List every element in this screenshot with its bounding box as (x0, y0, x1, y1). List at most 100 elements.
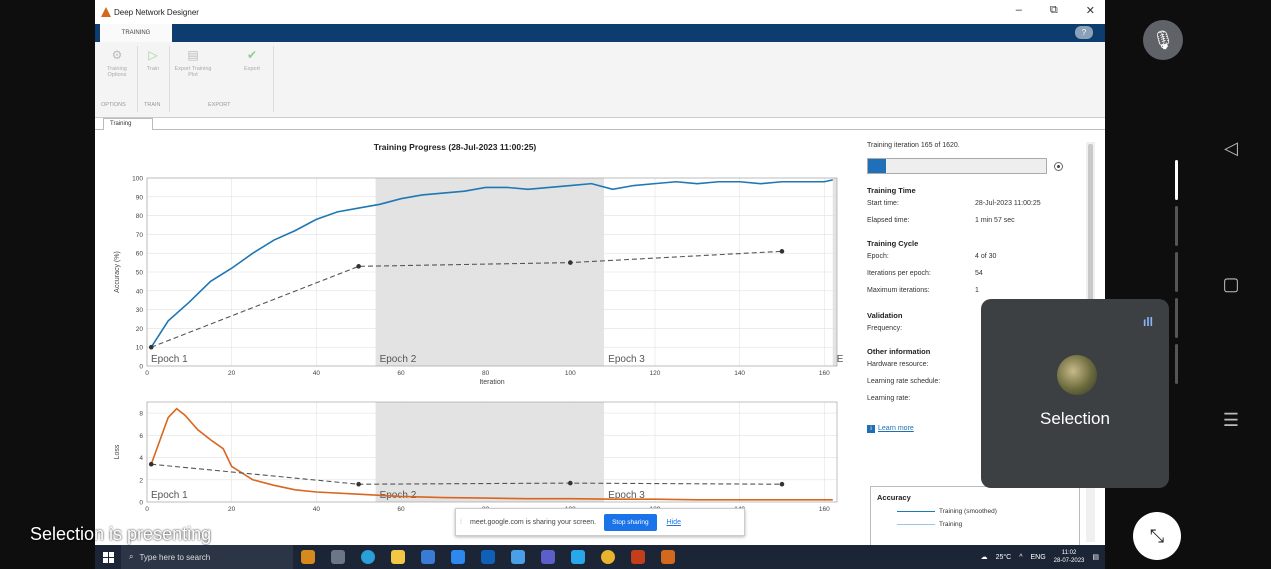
task-view-icon[interactable] (331, 550, 345, 564)
export-training-plot-button[interactable]: ▤ Export Training Plot (173, 48, 213, 78)
info-icon: i (867, 425, 875, 433)
matlab-taskbar-icon[interactable] (661, 550, 675, 564)
collapse-icon[interactable]: ⤡ (1133, 512, 1181, 560)
participant-tile[interactable]: ıll Selection (981, 299, 1169, 488)
screen-share-bar: ⁞ meet.google.com is sharing your screen… (455, 508, 745, 536)
notifications-icon[interactable]: ▤ (1092, 553, 1099, 561)
stop-training-button[interactable] (1054, 162, 1063, 171)
validation-point (779, 249, 785, 254)
x-tick-label: 120 (650, 370, 661, 377)
y-tick-label: 6 (139, 433, 143, 440)
home-nav-icon[interactable]: ▢ (1214, 274, 1248, 295)
epoch-band (604, 402, 833, 502)
validation-point (568, 260, 573, 265)
chrome-icon[interactable] (601, 550, 615, 564)
x-tick-label: 20 (228, 370, 236, 377)
max-iterations-value: 1 (975, 287, 979, 294)
ribbon-tab-strip (95, 24, 1105, 42)
frequency-label: Frequency: (867, 325, 903, 332)
tab-training[interactable]: TRAINING (100, 24, 172, 42)
back-nav-icon[interactable]: ◁ (1214, 138, 1248, 159)
train-button[interactable]: ▷ Train (139, 48, 167, 72)
iteration-status: Training iteration 165 of 1620. (867, 142, 960, 149)
y-tick-label: 30 (136, 307, 144, 314)
drag-handle-icon[interactable]: ⁞ (460, 519, 470, 526)
tray-chevron-icon[interactable]: ^ (1019, 554, 1022, 561)
y-tick-label: 80 (136, 213, 144, 220)
windows-taskbar: ⌕ Type here to search ☁ 25°C ^ ENG 11:02 2… (95, 545, 1105, 569)
legend-training-label: Training (939, 521, 963, 528)
learning-rate-schedule-label: Learning rate schedule: (867, 378, 941, 385)
play-icon: ▷ (148, 48, 158, 62)
training-progress-view: Training Progress (28-Jul-2023 11:00:25)… (95, 130, 1095, 546)
mic-muted-icon[interactable]: 🎙 (1143, 20, 1183, 60)
clock[interactable]: 11:02 28-07-2023 (1054, 549, 1085, 565)
x-tick-label: 160 (819, 506, 830, 513)
system-tray: ☁ 25°C ^ ENG 11:02 28-07-2023 ▤ (981, 545, 1099, 569)
edge-icon[interactable] (361, 550, 375, 564)
iterations-per-epoch-label: Iterations per epoch: (867, 270, 931, 277)
tab-training-doc[interactable]: Training (103, 118, 153, 130)
start-button[interactable] (95, 545, 121, 569)
check-export-icon: ✔ (246, 48, 258, 62)
app-icon[interactable] (511, 550, 525, 564)
epoch-value: 4 of 30 (975, 253, 997, 260)
y-tick-label: 8 (139, 411, 143, 418)
start-time-label: Start time: (867, 200, 899, 207)
epoch-label: Epoch 1 (151, 354, 188, 365)
matlab-window: Deep Network Designer – ⧉ ✕ TRAINING ? ⚙… (95, 0, 1105, 569)
validation-point (779, 481, 785, 487)
window-title: Deep Network Designer (114, 7, 199, 17)
share-message: meet.google.com is sharing your screen. (470, 518, 597, 526)
export-plot-icon: ▤ (187, 48, 199, 62)
validation-point (356, 481, 361, 487)
presenting-caption: Selection is presenting (30, 524, 212, 544)
x-axis-label: Iteration (479, 379, 504, 386)
y-axis-label: Accuracy (%) (114, 251, 121, 293)
file-explorer-icon[interactable] (391, 550, 405, 564)
onedrive-icon[interactable] (571, 550, 585, 564)
group-export-label: EXPORT (208, 102, 231, 108)
hardware-resource-label: Hardware resource: (867, 361, 929, 368)
powerpoint-icon[interactable] (631, 550, 645, 564)
y-tick-label: 0 (139, 364, 143, 371)
legend-heading: Accuracy (877, 493, 911, 502)
matlab-logo-icon (101, 7, 111, 17)
epoch-label: Epoch 2 (380, 354, 417, 365)
y-axis-label: Loss (114, 444, 121, 459)
recents-nav-icon[interactable]: ☰ (1214, 410, 1248, 431)
epoch-label: Epoch 3 (608, 354, 645, 365)
epoch-label: Epoch 1 (151, 490, 188, 501)
x-tick-label: 40 (313, 506, 321, 513)
training-options-button[interactable]: ⚙ Training Options (99, 48, 135, 78)
training-cycle-heading: Training Cycle (867, 239, 919, 248)
y-tick-label: 0 (139, 500, 143, 507)
taskbar-search[interactable]: ⌕ Type here to search (121, 545, 293, 569)
teams-icon[interactable] (541, 550, 555, 564)
title-bar: Deep Network Designer – ⧉ ✕ (95, 0, 1105, 24)
training-time-heading: Training Time (867, 186, 916, 195)
mail-icon[interactable] (451, 550, 465, 564)
export-button[interactable]: ✔ Export (237, 48, 267, 72)
minimize-button[interactable]: – (1016, 4, 1022, 17)
help-button[interactable]: ? (1075, 26, 1093, 39)
stop-sharing-button[interactable]: Stop sharing (604, 513, 657, 531)
y-tick-label: 10 (136, 345, 144, 352)
restore-button[interactable]: ⧉ (1050, 4, 1058, 17)
avatar (1057, 355, 1097, 395)
language-indicator[interactable]: ENG (1031, 554, 1046, 561)
y-tick-label: 40 (136, 288, 144, 295)
x-tick-label: 0 (145, 370, 149, 377)
learning-rate-label: Learning rate: (867, 395, 911, 402)
close-button[interactable]: ✕ (1086, 4, 1095, 17)
briefcase-app-icon[interactable] (301, 550, 315, 564)
participant-name: Selection (1040, 409, 1110, 428)
epoch-label: Epoch: (867, 253, 889, 260)
temperature[interactable]: 25°C (996, 554, 1012, 561)
gear-icon: ⚙ (111, 48, 123, 62)
document-tabs: Training (95, 118, 1105, 130)
hide-share-bar-link[interactable]: Hide (667, 519, 681, 526)
store-icon[interactable] (421, 550, 435, 564)
x-tick-label: 80 (482, 370, 490, 377)
outlook-icon[interactable] (481, 550, 495, 564)
